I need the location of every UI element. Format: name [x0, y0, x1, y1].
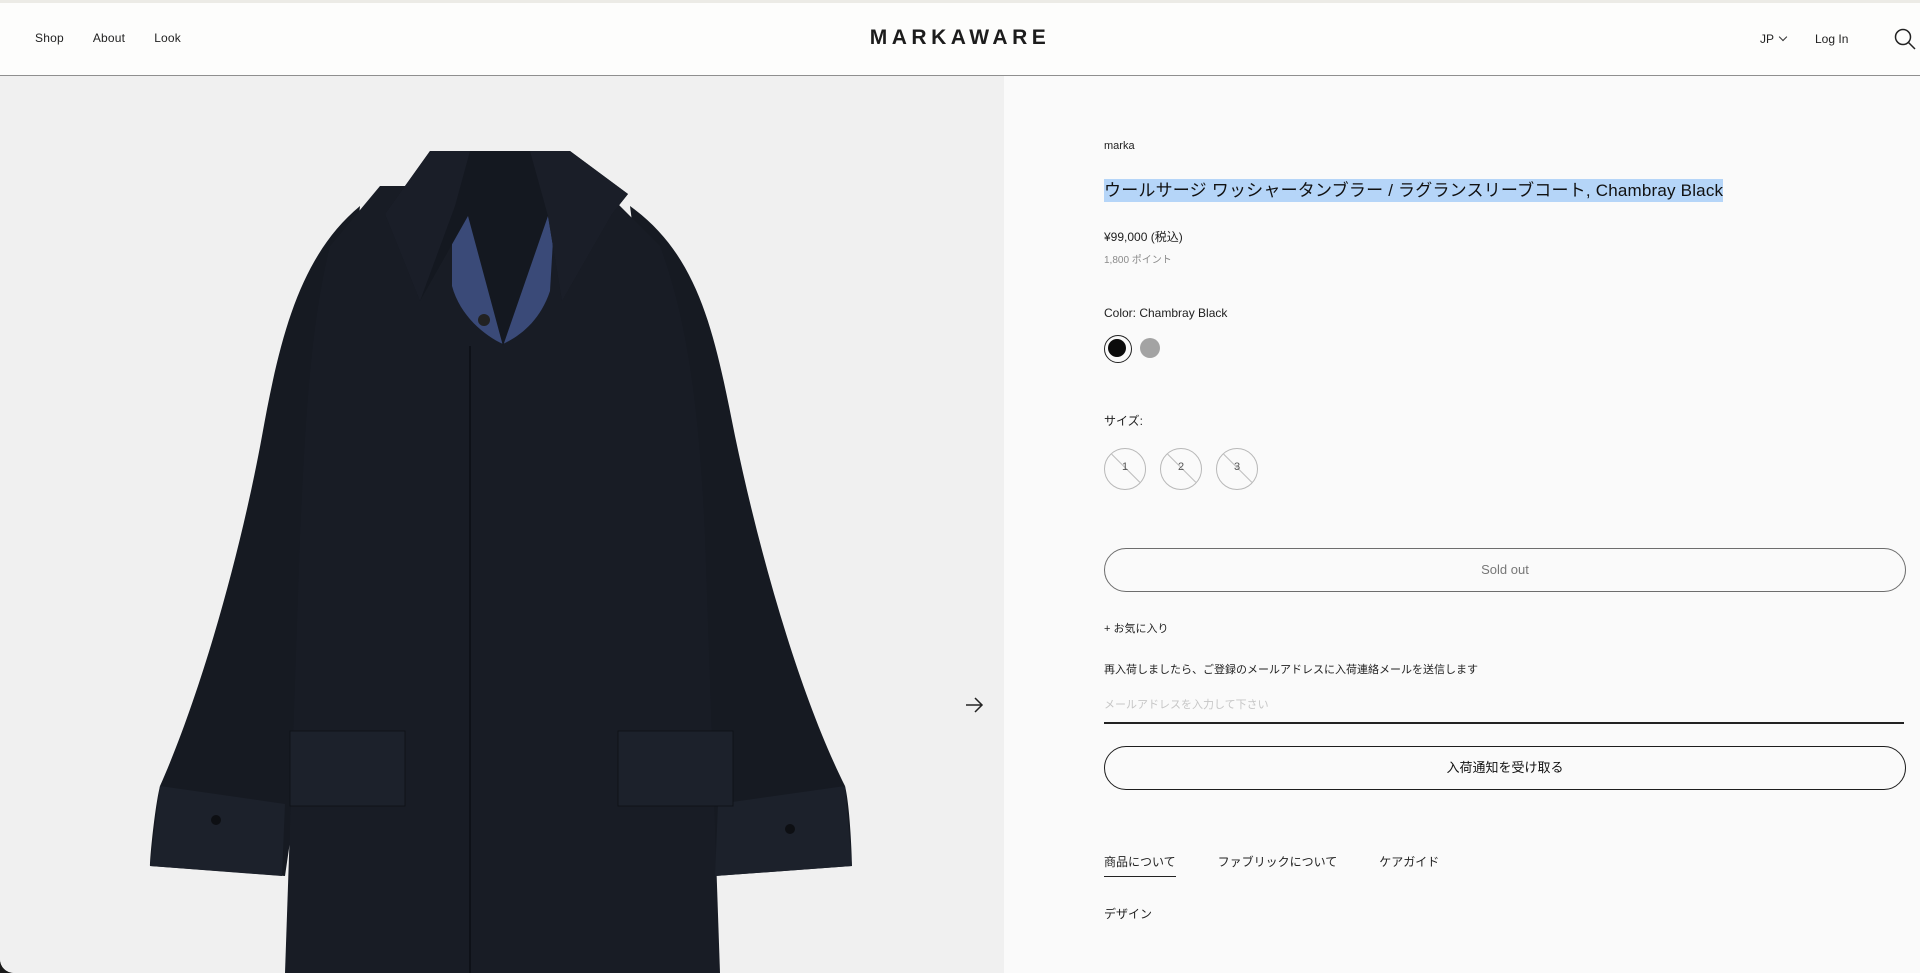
size-option-1[interactable]: 1 — [1104, 448, 1146, 490]
product-page: Shop About Look MARKAWARE JP Log In mark… — [0, 0, 1920, 973]
tab-product-info[interactable]: 商品について — [1104, 853, 1176, 877]
site-logo[interactable]: MARKAWARE — [0, 26, 1920, 50]
size-option-label: 2 — [1177, 461, 1185, 473]
color-swatch-chambray-black[interactable] — [1104, 335, 1132, 363]
color-swatch-grey[interactable] — [1140, 338, 1160, 358]
product-points: 1,800 ポイント — [1104, 255, 1172, 266]
product-title: ウールサージ ワッシャータンブラー / ラグランスリーブコート, Chambra… — [1104, 176, 1724, 202]
product-image — [150, 151, 852, 973]
product-image-gallery — [0, 76, 1004, 973]
tab-care-guide[interactable]: ケアガイド — [1379, 853, 1439, 877]
color-label: Color: Chambray Black — [1104, 306, 1228, 320]
product-detail-tabs: 商品について ファブリックについて ケアガイド — [1104, 853, 1481, 877]
sold-out-button[interactable]: Sold out — [1104, 548, 1906, 592]
language-label: JP — [1760, 32, 1775, 46]
restock-notify-button[interactable]: 入荷通知を受け取る — [1104, 746, 1906, 790]
add-to-favorites-link[interactable]: + お気に入り — [1104, 620, 1168, 636]
language-selector[interactable]: JP — [1760, 32, 1788, 46]
product-price: ¥99,000 (税込) — [1104, 230, 1183, 244]
login-link[interactable]: Log In — [1815, 32, 1848, 46]
size-option-label: 1 — [1121, 461, 1129, 473]
swatch-dot — [1108, 339, 1126, 357]
email-field[interactable] — [1104, 688, 1904, 724]
restock-notice-text: 再入荷しましたら、ご登録のメールアドレスに入荷連絡メールを送信します — [1104, 664, 1478, 676]
search-icon[interactable] — [1894, 28, 1916, 50]
size-label: サイズ: — [1104, 414, 1143, 428]
tab-fabric-info[interactable]: ファブリックについて — [1218, 853, 1338, 877]
section-heading-design: デザイン — [1104, 907, 1153, 921]
header-actions: JP Log In — [1760, 27, 1920, 57]
size-option-label: 3 — [1233, 461, 1241, 473]
product-brand[interactable]: marka — [1104, 140, 1135, 152]
arrow-right-icon[interactable] — [963, 694, 985, 716]
product-title-text: ウールサージ ワッシャータンブラー / ラグランスリーブコート, Chambra… — [1104, 179, 1724, 202]
size-option-3[interactable]: 3 — [1216, 448, 1258, 490]
site-header: Shop About Look MARKAWARE JP Log In — [0, 3, 1920, 76]
chevron-down-icon — [1778, 32, 1788, 42]
size-option-2[interactable]: 2 — [1160, 448, 1202, 490]
